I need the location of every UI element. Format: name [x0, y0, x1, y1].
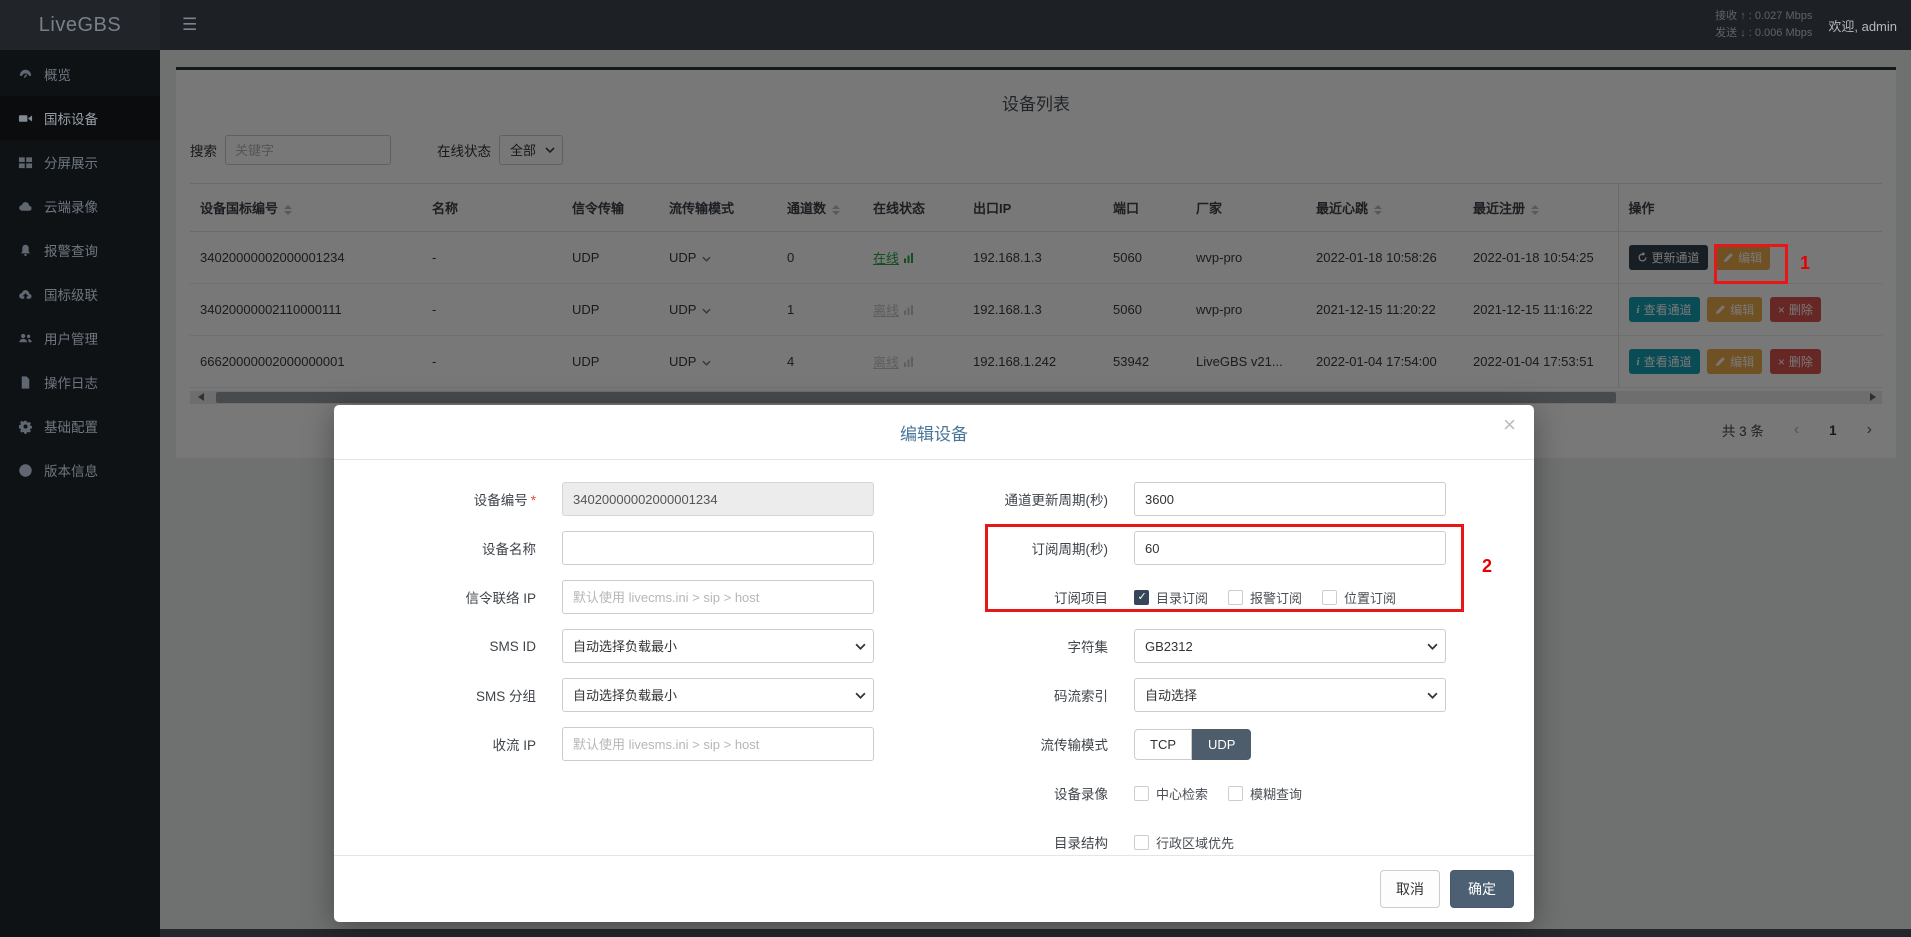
sms-group-label: SMS 分组: [362, 685, 562, 705]
cancel-button[interactable]: 取消: [1380, 870, 1440, 908]
charset-select[interactable]: GB2312: [1134, 629, 1446, 663]
gears-icon: [18, 419, 33, 434]
sidebar-item-label: 国标设备: [44, 108, 98, 128]
udp-option[interactable]: UDP: [1192, 729, 1251, 760]
colon: :: [1749, 27, 1752, 39]
gauge-icon: [18, 67, 33, 82]
modal-title: 编辑设备: [900, 425, 968, 444]
sidebar-item-gb-devices[interactable]: 国标设备: [0, 96, 160, 140]
device-name-label: 设备名称: [362, 538, 562, 558]
brand-logo: LiveGBS: [0, 0, 160, 50]
device-record-label: 设备录像: [934, 783, 1134, 803]
subscribe-items-label: 订阅项目: [934, 587, 1134, 607]
sidebar: LiveGBS 概览 国标设备 分屏展示 云端录像 报警查询 国标级联 用户管理: [0, 0, 160, 937]
bell-icon: [18, 243, 33, 258]
contact-ip-field[interactable]: [562, 580, 874, 614]
sidebar-item-label: 云端录像: [44, 196, 98, 216]
recv-ip-label: 收流 IP: [362, 734, 562, 754]
modal-header: 编辑设备 ×: [334, 405, 1534, 460]
close-icon[interactable]: ×: [1503, 414, 1516, 436]
admin-region-first-checkbox[interactable]: [1134, 835, 1149, 850]
channel-refresh-field[interactable]: [1134, 482, 1446, 516]
sms-group-select[interactable]: 自动选择负载最小: [562, 678, 874, 712]
sidebar-item-label: 操作日志: [44, 372, 98, 392]
edit-device-modal: 编辑设备 × 设备编号* 设备名称 信令联络 IP SMS ID 自动选择负载最…: [334, 405, 1534, 922]
upload-arrow-icon: ↑: [1740, 10, 1746, 22]
position-subscribe-checkbox[interactable]: [1322, 590, 1337, 605]
sidebar-item-gb-cascade[interactable]: 国标级联: [0, 272, 160, 316]
cloud-upload-icon: [18, 287, 33, 302]
center-search-option[interactable]: 中心检索: [1134, 784, 1208, 803]
top-header: ☰ 接收 ↑ : 0.027 Mbps 发送 ↓ : 0.006 Mbps 欢迎…: [160, 0, 1911, 50]
sms-group-select-wrap: 自动选择负载最小: [562, 678, 874, 712]
download-arrow-icon: ↓: [1740, 27, 1746, 39]
charset-select-wrap: GB2312: [1134, 629, 1446, 663]
grid-icon: [18, 155, 33, 170]
stream-index-select[interactable]: 自动选择: [1134, 678, 1446, 712]
sidebar-item-basic-config[interactable]: 基础配置: [0, 404, 160, 448]
device-id-label: 设备编号*: [362, 489, 562, 509]
recv-value: 0.027 Mbps: [1755, 10, 1812, 22]
catalog-subscribe-option[interactable]: 目录订阅: [1134, 588, 1208, 607]
modal-footer: 取消 确定: [334, 855, 1534, 922]
users-icon: [18, 331, 33, 346]
center-search-checkbox[interactable]: [1134, 786, 1149, 801]
send-label: 发送: [1715, 27, 1737, 39]
sidebar-item-operation-log[interactable]: 操作日志: [0, 360, 160, 404]
sidebar-item-label: 分屏展示: [44, 152, 98, 172]
sidebar-item-version-info[interactable]: 版本信息: [0, 448, 160, 492]
required-mark: *: [531, 493, 536, 508]
recv-label: 接收: [1715, 10, 1737, 22]
colon: :: [1749, 10, 1752, 22]
contact-ip-label: 信令联络 IP: [362, 587, 562, 607]
channel-refresh-label: 通道更新周期(秒): [934, 489, 1134, 509]
sidebar-item-label: 基础配置: [44, 416, 98, 436]
alarm-subscribe-checkbox[interactable]: [1228, 590, 1243, 605]
admin-region-first-option[interactable]: 行政区域优先: [1134, 833, 1234, 852]
sidebar-item-label: 用户管理: [44, 328, 98, 348]
alarm-subscribe-option[interactable]: 报警订阅: [1228, 588, 1302, 607]
file-icon: [18, 375, 33, 390]
video-camera-icon: [18, 111, 33, 126]
device-id-field: [562, 482, 874, 516]
subscribe-period-field[interactable]: [1134, 531, 1446, 565]
send-value: 0.006 Mbps: [1755, 27, 1812, 39]
sidebar-item-user-management[interactable]: 用户管理: [0, 316, 160, 360]
sms-id-label: SMS ID: [362, 639, 562, 654]
subscribe-period-label: 订阅周期(秒): [934, 538, 1134, 558]
sidebar-item-label: 报警查询: [44, 240, 98, 260]
stream-index-label: 码流索引: [934, 685, 1134, 705]
stream-mode-label: 流传输模式: [934, 734, 1134, 754]
stream-index-select-wrap: 自动选择: [1134, 678, 1446, 712]
form-right-column: 通道更新周期(秒) 订阅周期(秒) 订阅项目 目录订阅 报警订阅 位置订阅 字符…: [934, 482, 1506, 855]
device-name-field[interactable]: [562, 531, 874, 565]
position-subscribe-option[interactable]: 位置订阅: [1322, 588, 1396, 607]
cloud-icon: [18, 199, 33, 214]
form-left-column: 设备编号* 设备名称 信令联络 IP SMS ID 自动选择负载最小 SMS 分…: [362, 482, 934, 855]
sms-id-select[interactable]: 自动选择负载最小: [562, 629, 874, 663]
sidebar-item-alarm-query[interactable]: 报警查询: [0, 228, 160, 272]
user-menu[interactable]: 欢迎, admin: [1828, 16, 1897, 35]
recv-ip-field[interactable]: [562, 727, 874, 761]
traffic-stats: 接收 ↑ : 0.027 Mbps 发送 ↓ : 0.006 Mbps: [1715, 8, 1812, 42]
sidebar-item-label: 国标级联: [44, 284, 98, 304]
tcp-option[interactable]: TCP: [1134, 729, 1192, 760]
fuzzy-query-checkbox[interactable]: [1228, 786, 1243, 801]
globe-icon: [18, 463, 33, 478]
ok-button[interactable]: 确定: [1450, 870, 1514, 908]
charset-label: 字符集: [934, 636, 1134, 656]
sidebar-item-split-screen[interactable]: 分屏展示: [0, 140, 160, 184]
sidebar-item-label: 概览: [44, 64, 71, 84]
sidebar-item-label: 版本信息: [44, 460, 98, 480]
stream-mode-toggle: TCP UDP: [1134, 729, 1251, 760]
modal-body: 设备编号* 设备名称 信令联络 IP SMS ID 自动选择负载最小 SMS 分…: [334, 460, 1534, 855]
catalog-structure-label: 目录结构: [934, 832, 1134, 852]
sidebar-item-overview[interactable]: 概览: [0, 52, 160, 96]
fuzzy-query-option[interactable]: 模糊查询: [1228, 784, 1302, 803]
catalog-subscribe-checkbox[interactable]: [1134, 590, 1149, 605]
sms-id-select-wrap: 自动选择负载最小: [562, 629, 874, 663]
sidebar-item-cloud-recording[interactable]: 云端录像: [0, 184, 160, 228]
menu-toggle-icon[interactable]: ☰: [160, 15, 219, 35]
